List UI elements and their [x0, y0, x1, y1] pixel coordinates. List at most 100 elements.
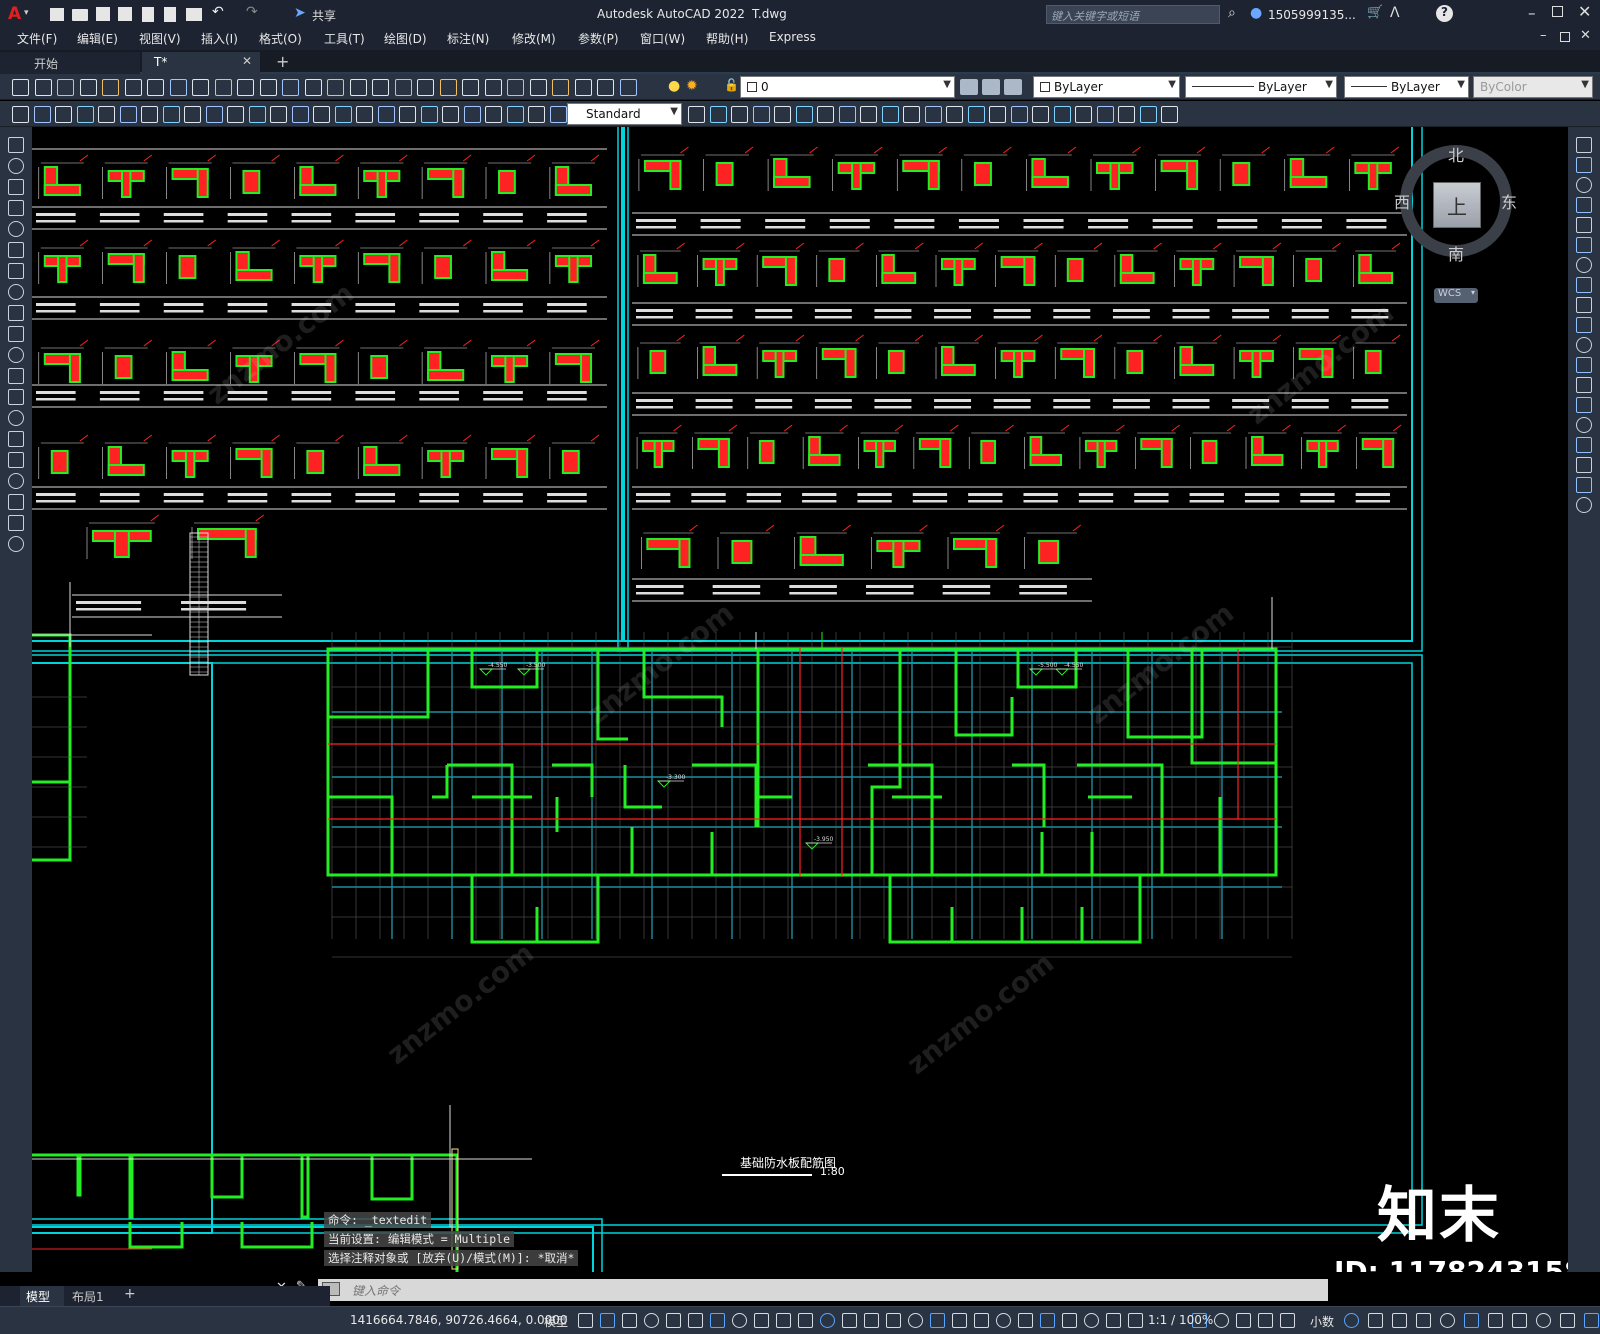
toolbar-modify-10-icon[interactable]	[206, 106, 223, 123]
toolbar-modify-16-icon[interactable]	[335, 106, 352, 123]
user-icon[interactable]: ●	[1250, 5, 1262, 21]
toolbar-modify-45-icon[interactable]	[1075, 106, 1092, 123]
menu-modify[interactable]: 修改(M)	[512, 30, 556, 47]
status-toggle-26-icon[interactable]	[1128, 1313, 1143, 1328]
toolbar-modify-28-icon[interactable]	[710, 106, 727, 123]
toolbar-tool-16-icon[interactable]	[350, 79, 367, 96]
status-toggle-39-icon[interactable]	[1512, 1313, 1527, 1328]
toolbar-tool-15-icon[interactable]	[327, 79, 344, 96]
layer-state-icon[interactable]	[1004, 79, 1022, 95]
toolbar-modify-39-icon[interactable]	[946, 106, 963, 123]
toolbar-modify-34-icon[interactable]	[839, 106, 856, 123]
toolbar-tool-11-icon[interactable]	[237, 79, 254, 96]
viewcube[interactable]: 上 北 南 东 西	[1394, 142, 1517, 264]
toolbar-modify-14-icon[interactable]	[292, 106, 309, 123]
status-toggle-31-icon[interactable]	[1280, 1313, 1295, 1328]
status-toggle-35-icon[interactable]	[1416, 1313, 1431, 1328]
search-box[interactable]: 键入关键字或短语	[1046, 5, 1220, 24]
status-toggle-12-icon[interactable]	[820, 1313, 835, 1328]
compass-west[interactable]: 西	[1394, 189, 1410, 213]
plot-icon[interactable]	[186, 8, 202, 21]
status-toggle-34-icon[interactable]	[1392, 1313, 1407, 1328]
toolbar-modify-32-icon[interactable]	[796, 106, 813, 123]
draw-tool-13-icon[interactable]	[8, 389, 24, 405]
model-space-toggle[interactable]: 模型	[544, 1313, 568, 1330]
toolbar-modify-49-icon[interactable]	[1161, 106, 1178, 123]
toolbar-tool-7-icon[interactable]	[147, 79, 164, 96]
compass-north[interactable]: 北	[1448, 142, 1464, 166]
compass-south[interactable]: 南	[1448, 241, 1464, 265]
toolbar-modify-42-icon[interactable]	[1011, 106, 1028, 123]
status-toggle-21-icon[interactable]	[1018, 1313, 1033, 1328]
layout-tab-model[interactable]: 模型	[20, 1286, 64, 1306]
layout-tab-layout1[interactable]: 布局1	[66, 1286, 120, 1306]
command-window[interactable]: 命令: _textedit 当前设置: 编辑模式 = Multiple 选择注释…	[276, 1212, 1328, 1301]
drawing-canvas[interactable]: -4.550 -3.500 -3.300 -3.950 -5.500 -4.550 基础防…	[32, 127, 1568, 1272]
modify-tool-8-icon[interactable]	[1576, 277, 1592, 293]
toolbar-tool-14-icon[interactable]	[305, 79, 322, 96]
draw-tool-18-icon[interactable]	[8, 494, 24, 510]
save-icon[interactable]	[96, 7, 110, 21]
doc-minimize-icon[interactable]: –	[1540, 28, 1547, 43]
textstyle-dropdown[interactable]: Standard ▼	[567, 103, 682, 125]
status-toggle-17-icon[interactable]	[930, 1313, 945, 1328]
menu-view[interactable]: 视图(V)	[139, 30, 181, 47]
toolbar-tool-25-icon[interactable]	[552, 79, 569, 96]
status-toggle-33-icon[interactable]	[1368, 1313, 1383, 1328]
modify-tool-12-icon[interactable]	[1576, 357, 1592, 373]
status-toggle-5-icon[interactable]	[666, 1313, 681, 1328]
status-toggle-29-icon[interactable]	[1236, 1313, 1251, 1328]
layer-lock-icon[interactable]: 🔓	[724, 78, 739, 92]
plotstyle-dropdown[interactable]: ByColor ▼	[1473, 76, 1593, 98]
draw-tool-6-icon[interactable]	[8, 242, 24, 258]
status-toggle-7-icon[interactable]	[710, 1313, 725, 1328]
menu-window[interactable]: 窗口(W)	[640, 30, 685, 47]
share-sheet-icon[interactable]	[164, 7, 176, 22]
menu-insert[interactable]: 插入(I)	[201, 30, 238, 47]
toolbar-modify-43-icon[interactable]	[1032, 106, 1049, 123]
toolbar-tool-23-icon[interactable]	[507, 79, 524, 96]
menu-express[interactable]: Express	[769, 30, 816, 44]
status-toggle-9-icon[interactable]	[754, 1313, 769, 1328]
toolbar-modify-7-icon[interactable]	[141, 106, 158, 123]
toolbar-modify-6-icon[interactable]	[120, 106, 137, 123]
open-icon[interactable]	[72, 9, 88, 21]
draw-tool-11-icon[interactable]	[8, 347, 24, 363]
menu-format[interactable]: 格式(O)	[259, 30, 302, 47]
status-toggle-36-icon[interactable]	[1440, 1313, 1455, 1328]
annotation-scale[interactable]: 1:1 / 100%	[1148, 1313, 1213, 1327]
toolbar-tool-6-icon[interactable]	[125, 79, 142, 96]
menu-help[interactable]: 帮助(H)	[706, 30, 748, 47]
share-icon[interactable]: ➤	[294, 5, 306, 21]
modify-tool-19-icon[interactable]	[1576, 497, 1592, 513]
toolbar-modify-35-icon[interactable]	[860, 106, 877, 123]
command-input[interactable]: 键入命令	[318, 1279, 1328, 1301]
toolbar-modify-27-icon[interactable]	[688, 106, 705, 123]
draw-tool-19-icon[interactable]	[8, 515, 24, 531]
menu-parametric[interactable]: 参数(P)	[578, 30, 619, 47]
toolbar-modify-1-icon[interactable]	[12, 106, 29, 123]
close-icon[interactable]: ✕	[1578, 2, 1591, 21]
search-input[interactable]: 键入关键字或短语	[1051, 8, 1139, 24]
toolbar-tool-13-icon[interactable]	[282, 79, 299, 96]
toolbar-modify-36-icon[interactable]	[882, 106, 899, 123]
autocad-logo-icon[interactable]: A	[8, 4, 21, 24]
modify-tool-18-icon[interactable]	[1576, 477, 1592, 493]
draw-tool-1-icon[interactable]	[8, 137, 24, 153]
status-toggle-8-icon[interactable]	[732, 1313, 747, 1328]
status-toggle-1-icon[interactable]	[578, 1313, 593, 1328]
toolbar-modify-26-icon[interactable]	[550, 106, 567, 123]
toolbar-tool-5-icon[interactable]	[102, 79, 119, 96]
modify-tool-1-icon[interactable]	[1576, 137, 1592, 153]
menu-file[interactable]: 文件(F)	[17, 30, 57, 47]
status-toggle-24-icon[interactable]	[1084, 1313, 1099, 1328]
layer-sun-icon[interactable]: ✹	[686, 78, 698, 94]
toolbar-tool-18-icon[interactable]	[395, 79, 412, 96]
layer-bulb-icon[interactable]: ●	[668, 78, 680, 94]
modify-tool-15-icon[interactable]	[1576, 417, 1592, 433]
toolbar-tool-8-icon[interactable]	[170, 79, 187, 96]
wcs-button[interactable]: WCS ▾	[1434, 288, 1478, 303]
toolbar-modify-40-icon[interactable]	[968, 106, 985, 123]
layer-match-icon[interactable]	[960, 79, 978, 95]
toolbar-modify-4-icon[interactable]	[77, 106, 94, 123]
